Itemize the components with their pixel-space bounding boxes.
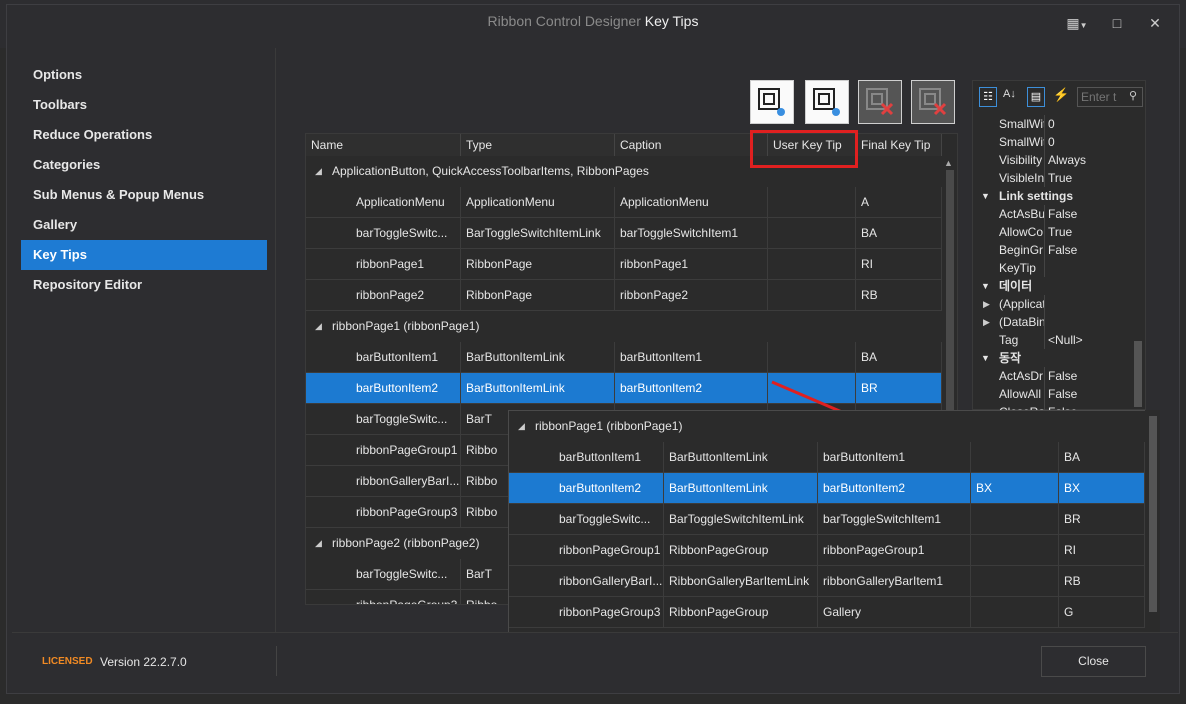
cell-user-key-tip[interactable] bbox=[971, 597, 1059, 628]
cell-caption: barToggleSwitchItem1 bbox=[818, 504, 971, 535]
table-row[interactable]: ribbonGalleryBarI... RibbonGalleryBarItem… bbox=[509, 566, 1145, 597]
footer-divider bbox=[276, 646, 277, 676]
cell-name: barButtonItem1 bbox=[509, 442, 664, 473]
cell-name: barToggleSwitc... bbox=[509, 504, 664, 535]
cell-caption: Gallery bbox=[818, 597, 971, 628]
licensed-label: LICENSED bbox=[42, 656, 93, 667]
cell-caption: ribbonGalleryBarItem1 bbox=[818, 566, 971, 597]
cell-user-key-tip[interactable] bbox=[971, 442, 1059, 473]
close-button[interactable]: Close bbox=[1041, 646, 1146, 677]
table-row[interactable]: barButtonItem2 BarButtonItemLink barButton… bbox=[509, 473, 1145, 504]
cell-name: ribbonGalleryBarI... bbox=[509, 566, 664, 597]
cell-caption: barButtonItem1 bbox=[818, 442, 971, 473]
cell-type: RibbonPageGroup bbox=[664, 535, 818, 566]
cell-type: BarButtonItemLink bbox=[664, 442, 818, 473]
cell-type: BarButtonItemLink bbox=[664, 473, 818, 504]
cell-final-key-tip: BX bbox=[1059, 473, 1145, 504]
group-label: ribbonPage1 (ribbonPage1) bbox=[535, 419, 683, 433]
cell-type: BarToggleSwitchItemLink bbox=[664, 504, 818, 535]
cell-name: ribbonPageGroup1 bbox=[509, 535, 664, 566]
cell-user-key-tip[interactable]: BX bbox=[971, 473, 1059, 504]
cell-final-key-tip: BR bbox=[1059, 504, 1145, 535]
popup-scroll-thumb[interactable] bbox=[1149, 416, 1157, 612]
cell-final-key-tip: G bbox=[1059, 597, 1145, 628]
cell-name: ribbonPageGroup3 bbox=[509, 597, 664, 628]
cell-caption: barButtonItem2 bbox=[818, 473, 971, 504]
cell-caption: ribbonPageGroup1 bbox=[818, 535, 971, 566]
table-row[interactable]: barButtonItem1 BarButtonItemLink barButton… bbox=[509, 442, 1145, 473]
cell-final-key-tip: RB bbox=[1059, 566, 1145, 597]
result-popup-grid[interactable]: ◢ ribbonPage1 (ribbonPage1) barButtonItem1… bbox=[508, 410, 1160, 638]
cell-final-key-tip: RI bbox=[1059, 535, 1145, 566]
cell-user-key-tip[interactable] bbox=[971, 504, 1059, 535]
collapse-icon[interactable]: ◢ bbox=[518, 411, 525, 442]
cell-type: RibbonGalleryBarItemLink bbox=[664, 566, 818, 597]
cell-type: RibbonPageGroup bbox=[664, 597, 818, 628]
cell-user-key-tip[interactable] bbox=[971, 535, 1059, 566]
table-row[interactable]: ribbonPageGroup1 RibbonPageGroup ribbonPag… bbox=[509, 535, 1145, 566]
table-row[interactable]: barToggleSwitc... BarToggleSwitchItemLink… bbox=[509, 504, 1145, 535]
cell-final-key-tip: BA bbox=[1059, 442, 1145, 473]
popup-group-row[interactable]: ◢ ribbonPage1 (ribbonPage1) bbox=[509, 411, 1145, 442]
version-label: Version 22.2.7.0 bbox=[100, 655, 187, 669]
cell-user-key-tip[interactable] bbox=[971, 566, 1059, 597]
cell-name: barButtonItem2 bbox=[509, 473, 664, 504]
table-row[interactable]: ribbonPageGroup3 RibbonPageGroup Gallery G bbox=[509, 597, 1145, 628]
